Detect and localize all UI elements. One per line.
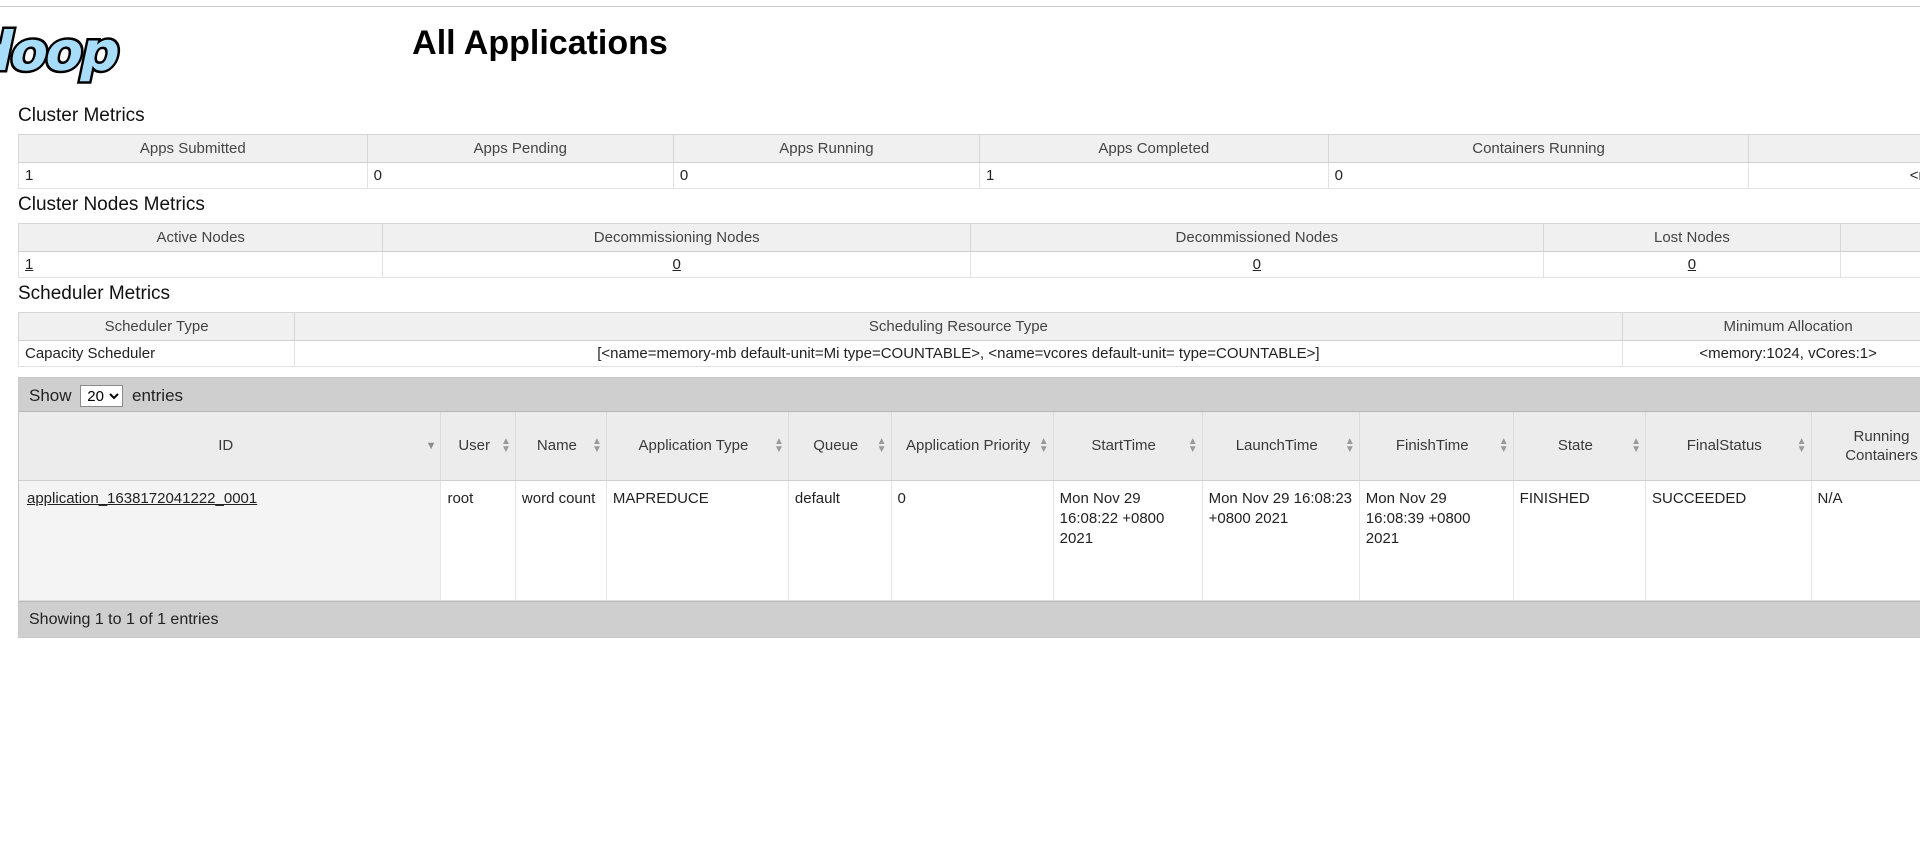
cluster-metrics-header-row: Apps Submitted Apps Pending Apps Running…: [18, 134, 1920, 163]
scheduler-metrics-title: Scheduler Metrics: [18, 283, 171, 304]
col-used-resources: Used Resources: [1748, 134, 1920, 163]
cluster-metrics-table: Apps Submitted Apps Pending Apps Running…: [18, 134, 1920, 189]
lost-nodes-link[interactable]: 0: [1688, 256, 1696, 273]
decommissioning-nodes-link[interactable]: 0: [673, 256, 681, 273]
th-name[interactable]: Name ▲ ▼: [515, 412, 607, 481]
sort-both-icon: ▲ ▼: [1187, 435, 1198, 455]
th-id[interactable]: ID ▼: [19, 412, 442, 481]
scheduler-metrics-table: Scheduler Type Scheduling Resource Type …: [17, 312, 1920, 367]
col-decommissioned-nodes: Decommissioned Nodes: [970, 223, 1544, 252]
val-used-resources: <memory:0, vCores:0>: [1748, 162, 1920, 189]
page-title: All Applications: [412, 24, 668, 62]
cluster-nodes-value-row: 1 0 0 0 0 0: [17, 251, 1920, 278]
cell-final-status: SUCCEEDED: [1645, 480, 1812, 601]
col-lost-nodes: Lost Nodes: [1542, 223, 1842, 252]
sort-both-icon: ▲ ▼: [592, 435, 602, 455]
cell-application-type: MAPREDUCE: [606, 480, 789, 601]
th-application-type[interactable]: Application Type ▲ ▼: [606, 412, 789, 481]
th-finish-time[interactable]: FinishTime ▲ ▼: [1359, 412, 1514, 481]
val-apps-running: 0: [672, 162, 981, 189]
decommissioned-nodes-link[interactable]: 0: [1253, 256, 1261, 273]
cluster-nodes-header-row: Active Nodes Decommissioning Nodes Decom…: [17, 223, 1920, 252]
active-nodes-link[interactable]: 1: [25, 256, 33, 273]
scheduler-metrics-header-row: Scheduler Type Scheduling Resource Type …: [17, 312, 1920, 341]
val-decommissioned-nodes: 0: [970, 251, 1544, 278]
val-decommissioning-nodes: 0: [382, 251, 971, 278]
val-unhealthy-nodes: 0: [1840, 251, 1920, 278]
col-apps-submitted: Apps Submitted: [18, 134, 368, 163]
val-scheduling-resource-type: [<name=memory-mb default-unit=Mi type=CO…: [294, 340, 1623, 367]
show-entries-label: Show 20 entries: [29, 385, 183, 407]
applications-table: ID ▼ User ▲▼ Name ▲▼ Application Type: [19, 412, 1920, 601]
scheduler-metrics-value-row: Capacity Scheduler [<name=memory-mb defa…: [17, 340, 1920, 367]
th-final-status[interactable]: FinalStatus ▲ ▼: [1645, 412, 1812, 481]
cluster-metrics-value-row: 1 0 0 1 0 <memory:0, vCores:0> <memory:8…: [18, 162, 1920, 189]
sort-both-icon: ▲ ▼: [774, 435, 784, 455]
cell-queue: default: [788, 480, 892, 601]
val-apps-completed: 1: [979, 162, 1329, 189]
cluster-nodes-metrics-title: Cluster Nodes Metrics: [18, 194, 205, 215]
show-label: Show: [29, 386, 72, 405]
sort-both-icon: ▲ ▼: [501, 435, 511, 455]
val-containers-running: 0: [1327, 162, 1750, 189]
cell-finish-time: Mon Nov 29 16:08:39 +0800 2021: [1359, 480, 1514, 601]
val-minimum-allocation: <memory:1024, vCores:1>: [1621, 340, 1920, 367]
col-containers-running: Containers Running: [1327, 134, 1750, 163]
datatable-info: Showing 1 to 1 of 1 entries: [19, 600, 1920, 637]
col-scheduler-type: Scheduler Type: [17, 312, 296, 341]
val-apps-pending: 0: [366, 162, 674, 189]
yarn-resourcemanager-page: doop All Applications Cluster Metrics Ap…: [0, 0, 1920, 859]
val-lost-nodes: 0: [1542, 251, 1842, 278]
page-length-select[interactable]: 20: [80, 385, 124, 407]
cluster-nodes-metrics-table: Active Nodes Decommissioning Nodes Decom…: [17, 223, 1920, 278]
th-running-containers[interactable]: Running Containers ▲▼: [1811, 412, 1920, 481]
val-scheduler-type: Capacity Scheduler: [17, 340, 296, 367]
sort-both-icon: ▲ ▼: [1796, 435, 1807, 455]
val-apps-submitted: 1: [18, 162, 368, 189]
th-user[interactable]: User ▲ ▼: [440, 412, 516, 481]
sort-desc-icon: ▼: [425, 439, 437, 452]
cell-launch-time: Mon Nov 29 16:08:23 +0800 2021: [1202, 480, 1360, 601]
sort-both-icon: ▲ ▼: [1344, 435, 1355, 455]
th-state[interactable]: State ▲ ▼: [1513, 412, 1647, 481]
sort-both-icon: ▲ ▼: [1631, 435, 1642, 455]
col-apps-completed: Apps Completed: [979, 134, 1329, 163]
col-apps-running: Apps Running: [672, 134, 981, 163]
val-active-nodes: 1: [17, 251, 384, 278]
col-scheduling-resource-type: Scheduling Resource Type: [294, 312, 1623, 341]
th-queue[interactable]: Queue ▲ ▼: [788, 412, 892, 481]
sort-both-icon: ▲ ▼: [876, 435, 887, 455]
cell-id: application_1638172041222_0001: [19, 480, 442, 601]
sort-both-icon: ▲ ▼: [1498, 435, 1509, 455]
applications-datatable: Show 20 entries ID ▼ User ▲ ▼ Name ▲ ▼ A…: [18, 377, 1920, 638]
th-launch-time[interactable]: LaunchTime ▲ ▼: [1202, 412, 1360, 481]
cell-state: FINISHED: [1513, 480, 1647, 601]
applications-header-row: ID ▼ User ▲▼ Name ▲▼ Application Type: [19, 412, 1920, 481]
col-decommissioning-nodes: Decommissioning Nodes: [382, 223, 971, 252]
cell-start-time: Mon Nov 29 16:08:22 +0800 2021: [1053, 480, 1203, 601]
table-row[interactable]: application_1638172041222_0001 root word…: [19, 480, 1920, 601]
top-divider: [0, 6, 1920, 7]
col-active-nodes: Active Nodes: [17, 223, 384, 252]
col-unhealthy-nodes: Unhealthy Nodes: [1840, 223, 1920, 252]
th-start-time[interactable]: StartTime ▲ ▼: [1053, 412, 1203, 481]
cell-application-priority: 0: [891, 480, 1054, 601]
cluster-metrics-title: Cluster Metrics: [18, 105, 145, 126]
cell-name: word count: [515, 480, 607, 601]
col-apps-pending: Apps Pending: [366, 134, 674, 163]
content-area: Cluster Metrics Apps Submitted Apps Pend…: [17, 104, 1920, 638]
application-id-link[interactable]: application_1638172041222_0001: [27, 490, 257, 507]
col-minimum-allocation: Minimum Allocation: [1621, 312, 1920, 341]
entries-label: entries: [132, 386, 184, 405]
cell-user: root: [440, 480, 516, 601]
sort-both-icon: ▲ ▼: [1038, 435, 1049, 455]
cell-running-containers: N/A: [1811, 480, 1920, 601]
th-application-priority[interactable]: Application Priority ▲ ▼: [891, 412, 1054, 481]
datatable-length-control: Show 20 entries: [19, 378, 1920, 412]
